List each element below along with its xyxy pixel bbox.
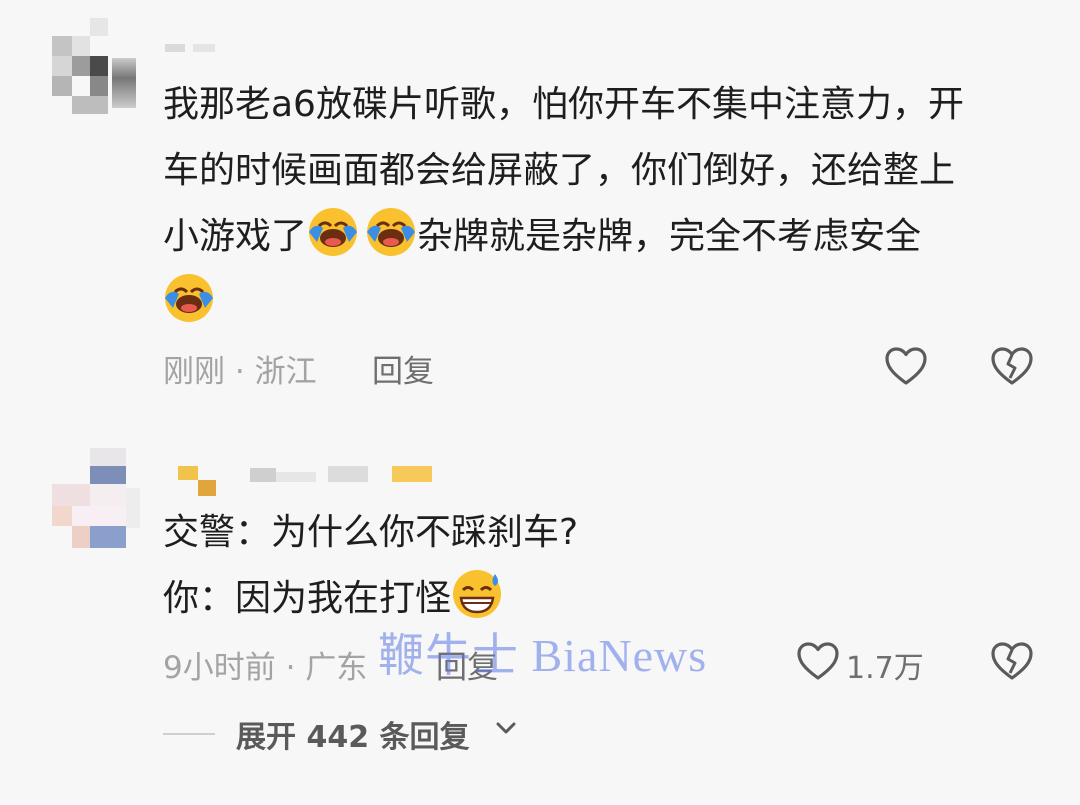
username-blurred[interactable]	[178, 462, 438, 498]
avatar-pixel	[90, 526, 126, 548]
avatar-pixel	[90, 484, 126, 506]
dislike-broken-heart-icon[interactable]	[990, 346, 1034, 386]
comment-time: 9小时前	[163, 650, 276, 686]
comment-line-text: 小游戏了	[163, 216, 308, 257]
comment-line: 车的时候画面都会给屏蔽了，你们倒好，还给整上	[163, 150, 956, 191]
avatar[interactable]	[52, 18, 142, 128]
laughing-tears-emoji	[165, 274, 213, 322]
comment-line-text: 杂牌就是杂牌，完全不考虑安全	[417, 216, 922, 257]
avatar-pixel	[52, 56, 72, 76]
expand-divider	[163, 733, 215, 735]
expand-replies-button[interactable]: 展开 442 条回复	[236, 712, 470, 756]
comment-meta: 9小时前 · 广东	[163, 642, 367, 687]
name-pixel	[193, 44, 215, 52]
comment-location: 浙江	[254, 354, 317, 390]
avatar-pixel	[72, 506, 126, 526]
username-blurred[interactable]	[165, 40, 235, 54]
name-pixel	[328, 466, 368, 482]
meta-separator: ·	[234, 354, 245, 390]
like-heart-icon[interactable]	[796, 641, 840, 681]
avatar-pixel	[52, 506, 72, 526]
meta-separator: ·	[285, 650, 296, 686]
comment-text: 我那老a6放碟片听歌，怕你开车不集中注意力，开 车的时候画面都会给屏蔽了，你们倒…	[163, 72, 964, 336]
comment-location: 广东	[305, 650, 368, 686]
comment-line-text: 你：因为我在打怪	[163, 578, 452, 619]
laughing-tears-emoji	[309, 208, 358, 256]
avatar-pixel	[72, 526, 90, 548]
grin-sweat-emoji	[453, 570, 502, 618]
avatar-pixel	[90, 18, 108, 36]
avatar-pixel	[52, 36, 72, 56]
name-pixel	[178, 466, 198, 480]
avatar-pixel	[90, 76, 108, 96]
comment-line: 交警：为什么你不踩刹车?	[163, 512, 579, 553]
like-count: 1.7万	[846, 651, 924, 686]
avatar-pixel	[52, 484, 90, 506]
comment-line: 我那老a6放碟片听歌，怕你开车不集中注意力，开	[163, 84, 964, 125]
avatar-pixel	[126, 488, 140, 528]
dislike-broken-heart-icon[interactable]	[990, 641, 1034, 681]
avatar-pixel	[72, 96, 108, 114]
comment-time: 刚刚	[163, 354, 225, 390]
watermark: 鞭牛士 BiaNews	[378, 630, 708, 681]
name-pixel	[392, 466, 432, 482]
comment-text: 交警：为什么你不踩刹车? 你：因为我在打怪	[163, 500, 578, 632]
like-heart-icon[interactable]	[884, 346, 928, 386]
chevron-down-icon[interactable]	[495, 720, 517, 736]
comment-meta: 刚刚 · 浙江	[163, 346, 317, 391]
comment-line: 小游戏了 杂牌就是杂牌，完全不考虑安全	[163, 204, 964, 270]
avatar-pixel	[72, 36, 90, 56]
avatar[interactable]	[52, 448, 142, 558]
avatar-pixel	[52, 76, 72, 96]
name-pixel	[198, 480, 216, 496]
name-pixel	[165, 44, 185, 52]
name-pixel	[250, 468, 276, 482]
avatar-pixel	[90, 466, 126, 484]
avatar-pixel	[72, 56, 90, 76]
name-pixel	[276, 472, 316, 482]
avatar-pixel	[112, 58, 136, 108]
avatar-pixel	[90, 56, 108, 76]
laughing-tears-emoji	[367, 208, 416, 256]
reply-button[interactable]: 回复	[372, 346, 434, 391]
avatar-pixel	[90, 448, 126, 466]
comment-line	[163, 270, 964, 336]
